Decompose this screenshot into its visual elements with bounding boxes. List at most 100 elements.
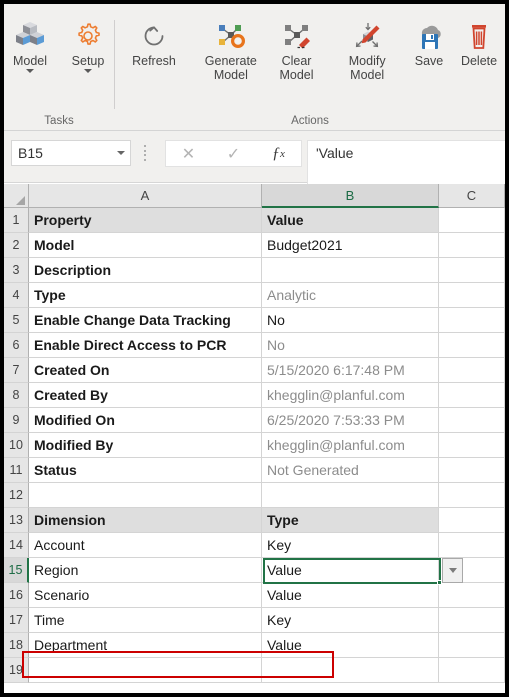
cell-a17[interactable]: Time: [29, 608, 262, 633]
row-header-18[interactable]: 18: [4, 633, 29, 658]
row-header-11[interactable]: 11: [4, 458, 29, 483]
row-header-17[interactable]: 17: [4, 608, 29, 633]
cell-c3[interactable]: [439, 258, 505, 283]
formula-input[interactable]: 'Value: [307, 140, 505, 188]
cell-c14[interactable]: [439, 533, 505, 558]
cell-c12[interactable]: [439, 483, 505, 508]
row-header-16[interactable]: 16: [4, 583, 29, 608]
column-header-c[interactable]: C: [439, 184, 505, 208]
cell-b17[interactable]: Key: [262, 608, 439, 633]
refresh-button[interactable]: Refresh: [115, 18, 193, 68]
cell-a15[interactable]: Region: [29, 558, 262, 583]
cell-b14[interactable]: Key: [262, 533, 439, 558]
cell-a4[interactable]: Type: [29, 283, 262, 308]
cell-b11[interactable]: Not Generated: [262, 458, 439, 483]
cell-c1[interactable]: [439, 208, 505, 233]
name-box[interactable]: B15: [11, 140, 131, 166]
cell-b5[interactable]: No: [262, 308, 439, 333]
row-header-6[interactable]: 6: [4, 333, 29, 358]
row-header-13[interactable]: 13: [4, 508, 29, 533]
chevron-down-icon[interactable]: [26, 69, 34, 73]
cell-b13[interactable]: Type: [262, 508, 439, 533]
cell-c7[interactable]: [439, 358, 505, 383]
delete-button[interactable]: Delete: [453, 18, 505, 68]
modify-model-button[interactable]: Modify Model: [334, 18, 400, 82]
row-header-7[interactable]: 7: [4, 358, 29, 383]
cell-b2[interactable]: Budget2021: [262, 233, 439, 258]
cell-a9[interactable]: Modified On: [29, 408, 262, 433]
row-header-12[interactable]: 12: [4, 483, 29, 508]
cell-b19[interactable]: [262, 658, 439, 683]
row-header-14[interactable]: 14: [4, 533, 29, 558]
cell-c9[interactable]: [439, 408, 505, 433]
cell-a7[interactable]: Created On: [29, 358, 262, 383]
clear-model-button[interactable]: Clear Model: [264, 18, 330, 82]
ribbon-group-tasks-label: Tasks: [44, 115, 74, 127]
generate-model-button[interactable]: Generate Model: [198, 18, 264, 82]
cell-a10[interactable]: Modified By: [29, 433, 262, 458]
cell-b16[interactable]: Value: [262, 583, 439, 608]
cell-a19[interactable]: [29, 658, 262, 683]
cell-b6[interactable]: No: [262, 333, 439, 358]
cell-c8[interactable]: [439, 383, 505, 408]
cell-b9[interactable]: 6/25/2020 7:53:33 PM: [262, 408, 439, 433]
column-header-b[interactable]: B: [262, 184, 439, 208]
chevron-down-icon[interactable]: [112, 151, 130, 155]
cell-a12[interactable]: [29, 483, 262, 508]
setup-button[interactable]: Setup: [62, 18, 114, 73]
row-header-5[interactable]: 5: [4, 308, 29, 333]
chevron-down-icon[interactable]: [84, 69, 92, 73]
cell-a3[interactable]: Description: [29, 258, 262, 283]
cell-c5[interactable]: [439, 308, 505, 333]
cell-b10[interactable]: khegglin@planful.com: [262, 433, 439, 458]
cell-c11[interactable]: [439, 458, 505, 483]
cell-b15[interactable]: Value: [262, 558, 439, 583]
cell-c18[interactable]: [439, 633, 505, 658]
cell-b7[interactable]: 5/15/2020 6:17:48 PM: [262, 358, 439, 383]
cell-a14[interactable]: Account: [29, 533, 262, 558]
cell-b18[interactable]: Value: [262, 633, 439, 658]
cell-a2[interactable]: Model: [29, 233, 262, 258]
check-icon[interactable]: ✓: [211, 141, 256, 166]
cell-a16[interactable]: Scenario: [29, 583, 262, 608]
row-header-3[interactable]: 3: [4, 258, 29, 283]
cell-c19[interactable]: [439, 658, 505, 683]
row-header-19[interactable]: 19: [4, 658, 29, 683]
cell-c4[interactable]: [439, 283, 505, 308]
row-header-4[interactable]: 4: [4, 283, 29, 308]
model-button[interactable]: Model: [4, 18, 56, 73]
cell-c13[interactable]: [439, 508, 505, 533]
cell-b3[interactable]: [262, 258, 439, 283]
save-button[interactable]: Save: [405, 18, 453, 68]
cell-c16[interactable]: [439, 583, 505, 608]
cell-a11[interactable]: Status: [29, 458, 262, 483]
cell-c6[interactable]: [439, 333, 505, 358]
cell-c2[interactable]: [439, 233, 505, 258]
column-header-a[interactable]: A: [29, 184, 262, 208]
row-header-8[interactable]: 8: [4, 383, 29, 408]
refresh-button-label: Refresh: [132, 54, 176, 68]
cell-a8[interactable]: Created By: [29, 383, 262, 408]
cell-a13[interactable]: Dimension: [29, 508, 262, 533]
row-header-15[interactable]: 15: [4, 558, 29, 583]
cell-b1[interactable]: Value: [262, 208, 439, 233]
cell-a6[interactable]: Enable Direct Access to PCR: [29, 333, 262, 358]
cell-b8[interactable]: khegglin@planful.com: [262, 383, 439, 408]
select-all-corner[interactable]: [4, 184, 29, 208]
cell-b12[interactable]: [262, 483, 439, 508]
row-header-1[interactable]: 1: [4, 208, 29, 233]
cell-c17[interactable]: [439, 608, 505, 633]
row-header-2[interactable]: 2: [4, 233, 29, 258]
fx-icon[interactable]: ƒx: [256, 141, 301, 166]
cell-a1[interactable]: Property: [29, 208, 262, 233]
table-row: 2 Model Budget2021: [4, 233, 505, 258]
cell-b4[interactable]: Analytic: [262, 283, 439, 308]
cell-a18[interactable]: Department: [29, 633, 262, 658]
row-header-9[interactable]: 9: [4, 408, 29, 433]
row-header-10[interactable]: 10: [4, 433, 29, 458]
cell-a5[interactable]: Enable Change Data Tracking: [29, 308, 262, 333]
formula-bar-grip[interactable]: [143, 145, 147, 161]
close-icon[interactable]: ✕: [166, 141, 211, 166]
cell-c10[interactable]: [439, 433, 505, 458]
data-validation-dropdown-button[interactable]: [442, 558, 463, 583]
